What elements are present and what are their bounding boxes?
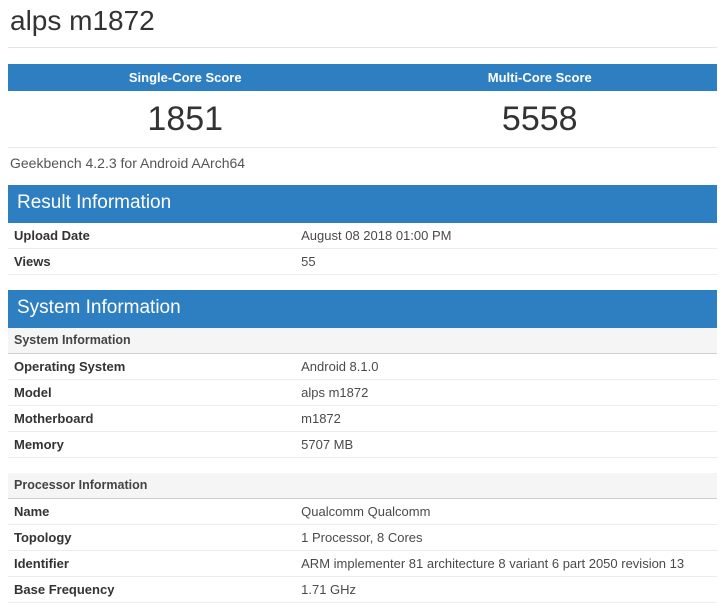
table-row: Memory 5707 MB: [8, 431, 717, 458]
row-value: ARM implementer 81 architecture 8 varian…: [295, 550, 717, 578]
table-row: Operating System Android 8.1.0: [8, 353, 717, 380]
row-label: Model: [8, 379, 296, 406]
row-label: Operating System: [8, 353, 296, 380]
row-label: Topology: [8, 524, 296, 552]
row-label: Views: [8, 248, 296, 276]
multi-core-score-header: Multi-Core Score: [362, 64, 717, 92]
processor-information-subheader: Processor Information: [8, 473, 717, 500]
row-value: Qualcomm Qualcomm: [295, 498, 717, 526]
table-row: Views 55: [8, 248, 717, 276]
row-value: 1 Processor, 8 Cores: [295, 524, 717, 552]
result-information-heading: Result Information: [8, 185, 717, 224]
row-value: alps m1872: [295, 379, 717, 406]
row-value: 55: [295, 248, 717, 276]
table-row: Name Qualcomm Qualcomm: [8, 498, 717, 526]
score-table: Single-Core Score Multi-Core Score 1851 …: [8, 64, 717, 149]
row-label: Memory: [8, 431, 296, 458]
multi-core-score-value: 5558: [362, 91, 717, 149]
system-information-subheader: System Information: [8, 327, 717, 354]
row-value: August 08 2018 01:00 PM: [295, 223, 717, 250]
table-row: Model alps m1872: [8, 379, 717, 406]
page-container: alps m1872 Single-Core Score Multi-Core …: [0, 0, 728, 603]
geekbench-version-caption: Geekbench 4.2.3 for Android AArch64: [10, 155, 246, 172]
row-label: Upload Date: [8, 223, 296, 250]
table-row: Base Frequency 1.71 GHz: [8, 576, 717, 603]
row-value: 1.71 GHz: [295, 576, 717, 603]
system-information-panel: System Information System Information Op…: [8, 290, 717, 603]
row-value: Android 8.1.0: [295, 353, 717, 380]
result-information-panel: Result Information Upload Date August 08…: [8, 185, 717, 276]
title-divider: [8, 47, 717, 49]
row-value: 5707 MB: [295, 431, 717, 458]
single-core-score-value: 1851: [8, 91, 363, 149]
section-spacer: [8, 457, 717, 474]
score-value-row: 1851 5558: [8, 91, 717, 149]
table-row: Identifier ARM implementer 81 architectu…: [8, 550, 717, 578]
result-information-table: Upload Date August 08 2018 01:00 PM View…: [8, 223, 717, 276]
table-row: Upload Date August 08 2018 01:00 PM: [8, 223, 717, 250]
table-row: Motherboard m1872: [8, 405, 717, 432]
row-value: m1872: [295, 405, 717, 432]
row-label: Motherboard: [8, 405, 296, 432]
system-information-heading: System Information: [8, 290, 717, 328]
single-core-score-header: Single-Core Score: [8, 64, 363, 92]
page-title: alps m1872: [10, 5, 155, 36]
table-row: Topology 1 Processor, 8 Cores: [8, 524, 717, 552]
row-label: Base Frequency: [8, 576, 296, 603]
row-label: Name: [8, 498, 296, 526]
system-information-table: System Information Operating System Andr…: [8, 327, 717, 603]
row-label: Identifier: [8, 550, 296, 578]
score-header-row: Single-Core Score Multi-Core Score: [8, 64, 717, 92]
